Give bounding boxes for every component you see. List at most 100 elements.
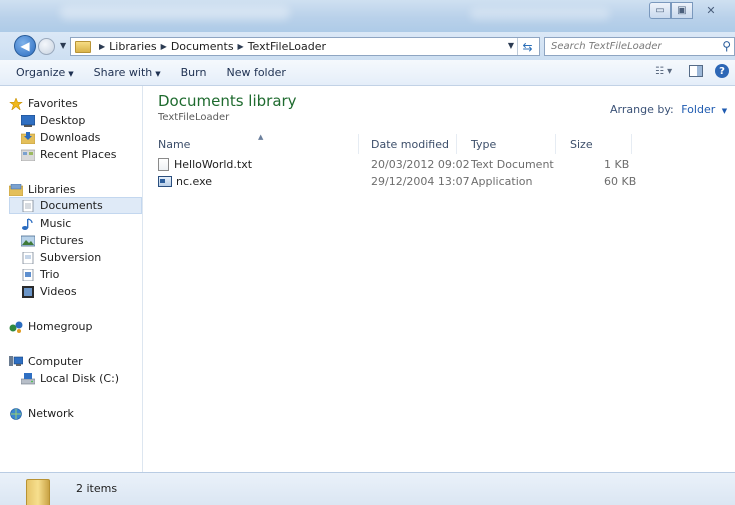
folder-icon (26, 479, 50, 505)
search-input[interactable] (545, 38, 710, 55)
folder-icon (75, 40, 91, 53)
sidebar-item-documents[interactable]: Documents (9, 197, 142, 214)
blurred-title (60, 6, 290, 20)
sidebar-item-label: Computer (28, 355, 83, 368)
item-count: 2 items (76, 482, 118, 495)
sidebar-item-homegroup[interactable]: Homegroup (9, 318, 142, 335)
sidebar-item-label: Downloads (40, 131, 101, 144)
library-title: Documents library (158, 92, 297, 110)
table-row[interactable]: HelloWorld.txt 20/03/2012 09:02 Text Doc… (144, 157, 735, 174)
sidebar-item-label: Local Disk (C:) (40, 372, 120, 385)
sidebar-item-label: Desktop (40, 114, 86, 127)
chevron-down-icon: ▼ (155, 70, 161, 78)
chevron-down-icon: ▼ (68, 70, 74, 78)
network-icon (10, 407, 22, 420)
column-header-date-modified[interactable]: Date modified (357, 134, 457, 154)
documents-icon (22, 199, 34, 212)
trio-icon (22, 268, 34, 281)
sidebar-item-downloads[interactable]: Downloads (21, 129, 142, 146)
arrange-by-dropdown[interactable]: Folder (681, 103, 715, 116)
sidebar-item-label: Documents (40, 199, 103, 212)
sidebar-item-computer[interactable]: Computer (9, 353, 142, 370)
window-controls: ▭ ▣ ✕ (649, 2, 729, 19)
sidebar-item-videos[interactable]: Videos (21, 283, 142, 300)
sidebar-item-local-disk[interactable]: Local Disk (C:) (21, 370, 142, 387)
maximize-button[interactable]: ▣ (671, 2, 693, 19)
sidebar-item-label: Pictures (40, 234, 84, 247)
file-size: 1 KB (604, 158, 630, 171)
desktop-icon (21, 114, 35, 127)
refresh-icon[interactable]: ⇆ (517, 38, 537, 55)
videos-icon (22, 285, 34, 298)
sidebar-item-subversion[interactable]: Subversion (21, 249, 142, 266)
sidebar-item-label: Subversion (40, 251, 102, 264)
back-button[interactable]: ◀ (14, 35, 36, 57)
file-name: HelloWorld.txt (174, 158, 253, 171)
sidebar-item-network[interactable]: Network (9, 405, 142, 422)
column-header-type[interactable]: Type (457, 134, 556, 154)
breadcrumb-documents[interactable]: Documents (171, 40, 234, 53)
sidebar-item-desktop[interactable]: Desktop (21, 112, 142, 129)
pictures-icon (21, 235, 35, 246)
music-icon (22, 217, 33, 230)
toolbar-right: ☷ ▾ ? (655, 64, 735, 78)
text-file-icon (158, 158, 169, 171)
help-icon[interactable]: ? (715, 64, 729, 78)
sidebar-item-favorites[interactable]: Favorites (9, 95, 142, 112)
sidebar-item-label: Music (40, 217, 72, 230)
command-bar: Organize ▼ Share with ▼ Burn New folder ☷ … (0, 60, 735, 86)
homegroup-icon (9, 321, 23, 333)
sidebar-item-music[interactable]: Music (21, 215, 142, 232)
file-type: Text Document (471, 158, 554, 171)
sidebar-item-recent-places[interactable]: Recent Places (21, 146, 142, 163)
sidebar-item-pictures[interactable]: Pictures (21, 232, 142, 249)
breadcrumb-libraries[interactable]: Libraries (109, 40, 157, 53)
address-bar[interactable]: ▶ Libraries ▶ Documents ▶ TextFileLoader… (70, 37, 540, 56)
chevron-right-icon[interactable]: ▶ (238, 42, 244, 51)
file-list-pane: Documents library TextFileLoader Arrange… (144, 86, 735, 472)
organize-button[interactable]: Organize ▼ (12, 64, 78, 81)
chevron-right-icon[interactable]: ▶ (161, 42, 167, 51)
title-bar: ▭ ▣ ✕ (0, 0, 735, 32)
chevron-right-icon[interactable]: ▶ (99, 42, 105, 51)
status-bar: 2 items (0, 472, 735, 505)
column-header-size[interactable]: Size (556, 134, 632, 154)
star-icon (9, 97, 23, 110)
arrange-by: Arrange by: Folder ▼ (610, 103, 727, 116)
search-box: ⚲ (544, 37, 735, 56)
preview-pane-icon[interactable] (689, 65, 703, 77)
share-with-label: Share with (93, 66, 153, 79)
file-type: Application (471, 175, 533, 188)
libraries-icon (9, 183, 23, 196)
chevron-down-icon[interactable]: ▼ (722, 107, 727, 115)
arrange-by-label: Arrange by: (610, 103, 674, 116)
sidebar-item-label: Network (28, 407, 74, 420)
address-dropdown-icon[interactable]: ▼ (508, 41, 514, 50)
sidebar-item-label: Libraries (28, 183, 76, 196)
file-date: 20/03/2012 09:02 (371, 158, 470, 171)
burn-button[interactable]: Burn (177, 64, 211, 81)
local-disk-icon (21, 372, 35, 384)
sidebar-item-trio[interactable]: Trio (21, 266, 142, 283)
application-icon (158, 176, 172, 187)
recent-pages-dropdown[interactable]: ▼ (60, 41, 66, 50)
close-button[interactable]: ✕ (693, 2, 729, 19)
minimize-button[interactable]: ▭ (649, 2, 671, 19)
forward-button[interactable] (38, 38, 55, 55)
share-with-button[interactable]: Share with ▼ (90, 64, 165, 81)
library-subtitle: TextFileLoader (158, 112, 230, 123)
sort-ascending-icon: ▲ (258, 133, 264, 141)
change-view-icon[interactable]: ☷ ▾ (655, 64, 677, 78)
sidebar-item-label: Recent Places (40, 148, 117, 161)
navigation-pane: Favorites Desktop Downloads Recent Place… (9, 86, 143, 472)
breadcrumb-textfileloader[interactable]: TextFileLoader (248, 40, 326, 53)
file-name-cell: nc.exe (158, 175, 212, 188)
file-size: 60 KB (604, 175, 637, 188)
column-header-name[interactable]: Name (144, 134, 359, 154)
sidebar-item-label: Favorites (28, 97, 78, 110)
table-row[interactable]: nc.exe 29/12/2004 13:07 Application 60 K… (144, 174, 735, 191)
file-name: nc.exe (176, 175, 213, 188)
new-folder-button[interactable]: New folder (222, 64, 289, 81)
search-icon[interactable]: ⚲ (722, 39, 731, 53)
sidebar-item-libraries[interactable]: Libraries (9, 181, 142, 198)
